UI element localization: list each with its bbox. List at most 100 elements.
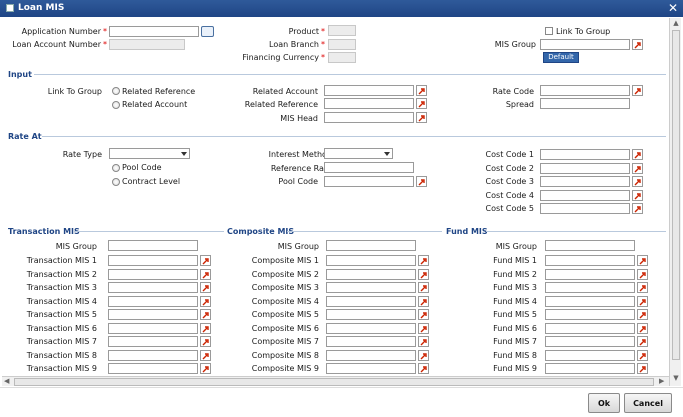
transaction-mis-input[interactable] bbox=[108, 363, 198, 374]
rate-type-select[interactable] bbox=[109, 148, 190, 159]
transaction-mis-lookup-icon[interactable] bbox=[200, 295, 211, 307]
composite-mis-lookup-icon[interactable] bbox=[418, 363, 429, 374]
fund-mis-input[interactable] bbox=[545, 363, 635, 374]
product-input[interactable] bbox=[328, 25, 356, 36]
application-number-input[interactable] bbox=[109, 26, 199, 37]
composite-mis-input[interactable] bbox=[326, 255, 416, 266]
cost-code-lookup-icon[interactable] bbox=[632, 203, 643, 214]
default-button[interactable]: Default bbox=[543, 52, 579, 63]
transaction-mis-lookup-icon[interactable] bbox=[200, 363, 211, 374]
composite-mis-lookup-icon[interactable] bbox=[418, 295, 429, 307]
cost-code-lookup-icon[interactable] bbox=[632, 162, 643, 174]
transaction-mis-lookup-icon[interactable] bbox=[200, 282, 211, 293]
scroll-right-icon[interactable]: ▶ bbox=[659, 377, 664, 385]
cost-code-lookup-icon[interactable] bbox=[632, 149, 643, 160]
rate-code-lookup-icon[interactable] bbox=[632, 85, 643, 96]
transaction-mis-input[interactable] bbox=[108, 255, 198, 266]
composite-mis-input[interactable] bbox=[326, 336, 416, 347]
contract-level-radio[interactable] bbox=[112, 178, 120, 186]
cost-code-input[interactable] bbox=[540, 203, 630, 214]
interest-method-select[interactable] bbox=[324, 148, 393, 159]
transaction-mis-input[interactable] bbox=[108, 268, 198, 280]
fund-mis-lookup-icon[interactable] bbox=[637, 349, 648, 361]
composite-mis-lookup-icon[interactable] bbox=[418, 322, 429, 334]
fund-mis-input[interactable] bbox=[545, 336, 635, 347]
composite-mis-input[interactable] bbox=[326, 349, 416, 361]
memo-icon[interactable] bbox=[201, 26, 214, 37]
fund-mis-lookup-icon[interactable] bbox=[637, 268, 648, 280]
composite-mis-lookup-icon[interactable] bbox=[418, 349, 429, 361]
composite-mis-input[interactable] bbox=[326, 363, 416, 374]
composite-mis-lookup-icon[interactable] bbox=[418, 309, 429, 320]
loan-branch-input[interactable] bbox=[328, 39, 356, 50]
horizontal-scroll-thumb[interactable] bbox=[14, 378, 654, 386]
vertical-scrollbar[interactable]: ▲ ▼ bbox=[669, 18, 681, 386]
composite-mis-lookup-icon[interactable] bbox=[418, 268, 429, 280]
transaction-mis-input[interactable] bbox=[108, 322, 198, 334]
fund-mis-input[interactable] bbox=[545, 268, 635, 280]
mis-head-lookup-icon[interactable] bbox=[416, 112, 427, 123]
related-reference-lookup-icon[interactable] bbox=[416, 98, 427, 109]
transaction-mis-lookup-icon[interactable] bbox=[200, 255, 211, 266]
transaction-mis-input[interactable] bbox=[108, 282, 198, 293]
cost-code-input[interactable] bbox=[540, 162, 630, 174]
fund-mis-lookup-icon[interactable] bbox=[637, 363, 648, 374]
scroll-left-icon[interactable]: ◀ bbox=[4, 377, 9, 385]
composite-mis-lookup-icon[interactable] bbox=[418, 282, 429, 293]
fund-mis-input[interactable] bbox=[545, 349, 635, 361]
related-reference-input[interactable] bbox=[324, 98, 414, 109]
related-account-lookup-icon[interactable] bbox=[416, 85, 427, 96]
mis-head-input[interactable] bbox=[324, 112, 414, 123]
mis-group-lookup-icon[interactable] bbox=[632, 39, 643, 50]
fund-mis-lookup-icon[interactable] bbox=[637, 336, 648, 347]
fund-mis-lookup-icon[interactable] bbox=[637, 322, 648, 334]
link-to-group-checkbox[interactable] bbox=[545, 27, 553, 35]
transaction-mis-lookup-icon[interactable] bbox=[200, 309, 211, 320]
composite-mis-input[interactable] bbox=[326, 309, 416, 320]
transaction-mis-input[interactable] bbox=[108, 295, 198, 307]
transaction-mis-lookup-icon[interactable] bbox=[200, 349, 211, 361]
horizontal-scrollbar[interactable]: ◀ ▶ bbox=[2, 376, 669, 386]
close-icon[interactable]: ✕ bbox=[668, 1, 678, 15]
transaction-mis-lookup-icon[interactable] bbox=[200, 322, 211, 334]
composite-mis-input[interactable] bbox=[326, 268, 416, 280]
mis-group-input[interactable] bbox=[540, 39, 630, 50]
composite-mis-lookup-icon[interactable] bbox=[418, 336, 429, 347]
pool-code-lookup-icon[interactable] bbox=[416, 176, 427, 187]
fund-mis-lookup-icon[interactable] bbox=[637, 282, 648, 293]
cost-code-input[interactable] bbox=[540, 149, 630, 160]
spread-input[interactable] bbox=[540, 98, 630, 109]
cancel-button[interactable]: Cancel bbox=[624, 393, 672, 413]
fund-mis-input[interactable] bbox=[545, 255, 635, 266]
scroll-up-icon[interactable]: ▲ bbox=[671, 19, 681, 29]
cost-code-input[interactable] bbox=[540, 176, 630, 187]
composite-mis-group-input[interactable] bbox=[326, 240, 416, 251]
related-reference-radio[interactable] bbox=[112, 87, 120, 95]
cost-code-lookup-icon[interactable] bbox=[632, 176, 643, 187]
pool-code-input[interactable] bbox=[324, 176, 414, 187]
rate-code-input[interactable] bbox=[540, 85, 630, 96]
fund-mis-lookup-icon[interactable] bbox=[637, 255, 648, 266]
composite-mis-lookup-icon[interactable] bbox=[418, 255, 429, 266]
ok-button[interactable]: Ok bbox=[588, 393, 620, 413]
transaction-mis-input[interactable] bbox=[108, 309, 198, 320]
composite-mis-input[interactable] bbox=[326, 295, 416, 307]
fund-mis-lookup-icon[interactable] bbox=[637, 309, 648, 320]
loan-account-number-input[interactable] bbox=[109, 39, 185, 50]
transaction-mis-group-input[interactable] bbox=[108, 240, 198, 251]
composite-mis-input[interactable] bbox=[326, 322, 416, 334]
vertical-scroll-thumb[interactable] bbox=[672, 30, 680, 360]
fund-mis-input[interactable] bbox=[545, 295, 635, 307]
related-account-input[interactable] bbox=[324, 85, 414, 96]
composite-mis-input[interactable] bbox=[326, 282, 416, 293]
fund-mis-group-input[interactable] bbox=[545, 240, 635, 251]
fund-mis-input[interactable] bbox=[545, 282, 635, 293]
financing-currency-input[interactable] bbox=[328, 52, 356, 63]
scroll-down-icon[interactable]: ▼ bbox=[671, 374, 681, 384]
fund-mis-lookup-icon[interactable] bbox=[637, 295, 648, 307]
transaction-mis-lookup-icon[interactable] bbox=[200, 336, 211, 347]
related-account-radio[interactable] bbox=[112, 101, 120, 109]
reference-rate-input[interactable] bbox=[324, 162, 414, 173]
fund-mis-input[interactable] bbox=[545, 309, 635, 320]
cost-code-input[interactable] bbox=[540, 189, 630, 201]
